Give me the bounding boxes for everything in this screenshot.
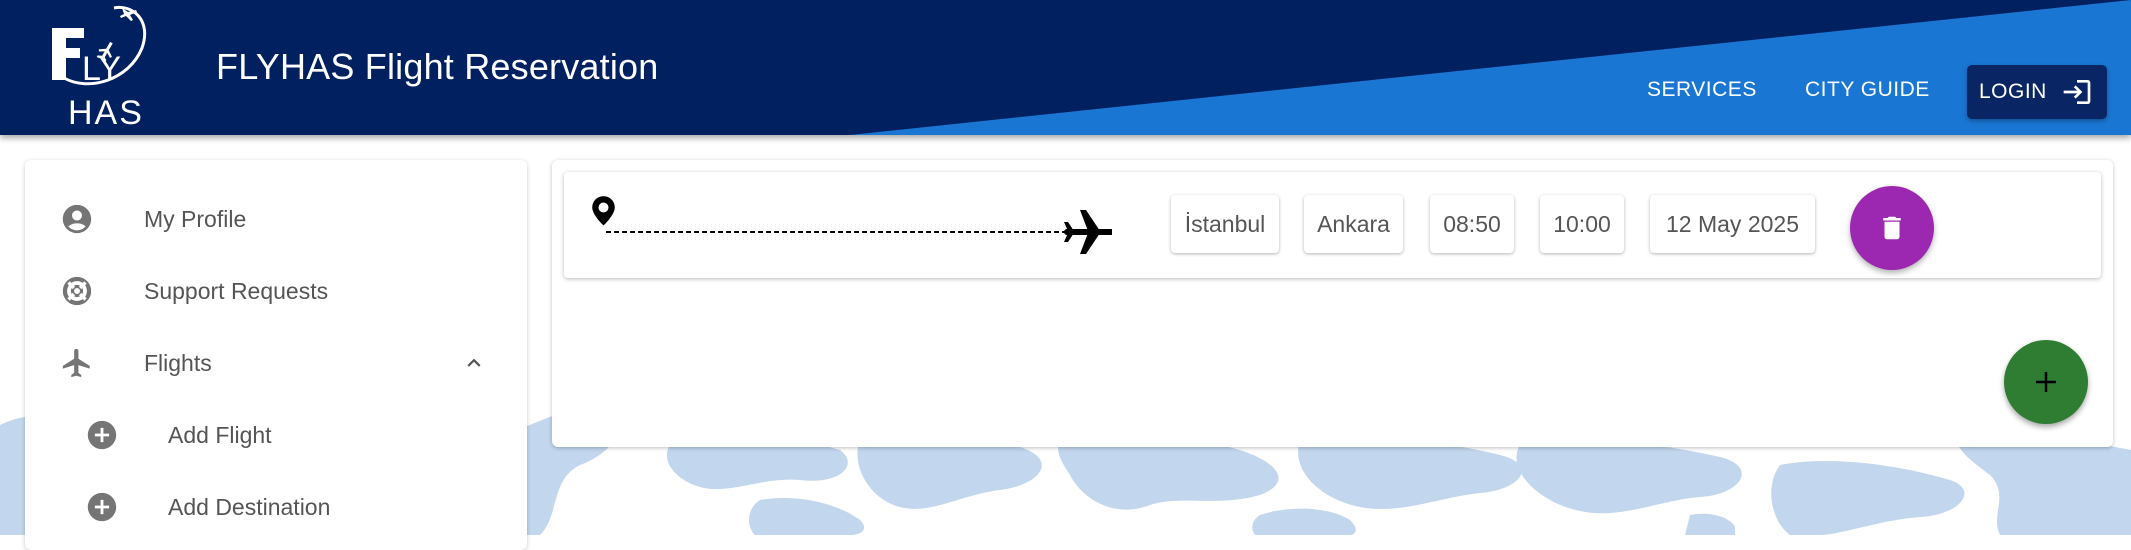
login-icon bbox=[2063, 80, 2091, 104]
account-circle-icon bbox=[62, 204, 92, 234]
app-title: FLYHAS Flight Reservation bbox=[216, 46, 659, 87]
origin-city-chip: İstanbul bbox=[1171, 195, 1279, 253]
trash-icon bbox=[1883, 216, 1901, 240]
add-circle-icon bbox=[87, 420, 117, 450]
nav-services-link[interactable]: SERVICES bbox=[1647, 78, 1757, 102]
location-pin-icon bbox=[592, 196, 615, 226]
sidebar-item-label: My Profile bbox=[144, 205, 247, 232]
flight-card: İstanbul Ankara 08:50 10:00 12 May 2025 bbox=[564, 172, 2101, 278]
svg-text:HAS: HAS bbox=[68, 94, 144, 132]
sidebar-item-label: Add Destination bbox=[168, 493, 331, 520]
arrival-time-chip: 10:00 bbox=[1540, 195, 1624, 253]
airplane-icon bbox=[62, 348, 90, 378]
chevron-up-icon[interactable] bbox=[461, 350, 487, 376]
plus-icon bbox=[2036, 372, 2056, 392]
flyhas-logo: LY HAS bbox=[52, 5, 147, 132]
add-flight-fab[interactable] bbox=[2004, 340, 2088, 424]
departure-time-chip: 08:50 bbox=[1430, 195, 1514, 253]
sidebar-item-flights[interactable]: Flights bbox=[25, 327, 527, 399]
sidebar-item-label: Add Flight bbox=[168, 421, 272, 448]
flight-date-chip: 12 May 2025 bbox=[1650, 195, 1815, 253]
sidebar-item-my-profile[interactable]: My Profile bbox=[25, 183, 527, 255]
sidebar-item-add-flight[interactable]: Add Flight bbox=[25, 399, 527, 471]
lifebuoy-icon bbox=[62, 276, 92, 306]
sidebar-item-label: Support Requests bbox=[144, 277, 329, 304]
nav-city-guide-link[interactable]: CITY GUIDE bbox=[1805, 78, 1930, 102]
sidebar-item-add-destination[interactable]: Add Destination bbox=[25, 471, 527, 543]
flights-panel: İstanbul Ankara 08:50 10:00 12 May 2025 bbox=[552, 160, 2113, 447]
sidebar-item-label: Flights bbox=[144, 349, 212, 376]
sidebar: My Profile Support Requests Flights Add … bbox=[25, 160, 527, 550]
delete-flight-button[interactable] bbox=[1850, 186, 1934, 270]
add-circle-icon bbox=[87, 492, 117, 522]
app-header: LY HAS FLYHAS Flight Reservation SERVICE… bbox=[0, 0, 2131, 135]
route-line bbox=[592, 196, 1112, 254]
destination-city-chip: Ankara bbox=[1304, 195, 1403, 253]
login-button[interactable]: LOGIN bbox=[1967, 65, 2107, 119]
airplane-icon bbox=[1064, 210, 1112, 254]
login-button-label: LOGIN bbox=[1979, 80, 2047, 103]
sidebar-item-support-requests[interactable]: Support Requests bbox=[25, 255, 527, 327]
